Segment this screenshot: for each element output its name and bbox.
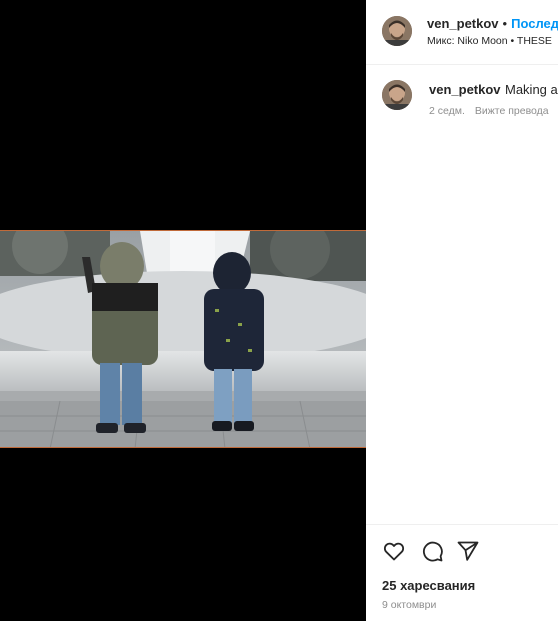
audio-prefix: Микс: <box>427 35 455 47</box>
header-title-line: ven_petkov•Последва <box>427 15 558 33</box>
follow-button[interactable]: Последва <box>511 16 558 31</box>
caption-text: Making a <box>505 82 558 97</box>
audio-track: Niko Moon • THESE <box>457 35 552 47</box>
audio-line[interactable]: Микс: Niko Moon • THESE <box>427 35 552 47</box>
caption-meta: 2 седм. Вижте превода <box>429 105 549 117</box>
send-icon[interactable] <box>456 539 480 563</box>
caption-line: ven_petkov Making a <box>429 81 558 99</box>
avatar[interactable] <box>382 16 412 46</box>
caption-avatar[interactable] <box>382 80 412 110</box>
separator-dot: • <box>502 16 508 31</box>
caption-age[interactable]: 2 седм. <box>429 105 465 117</box>
post-media[interactable] <box>0 0 366 621</box>
post-actions: 25 харесвания 9 октомври <box>366 524 558 621</box>
post-header: ven_petkov•Последва Микс: Niko Moon • TH… <box>366 0 558 65</box>
likes-count[interactable]: 25 харесвания <box>382 578 475 593</box>
post-date: 9 октомври <box>382 599 437 611</box>
caption-username[interactable]: ven_petkov <box>429 82 501 97</box>
comment-icon[interactable] <box>420 539 444 563</box>
post-username[interactable]: ven_petkov <box>427 16 499 31</box>
avatar-image <box>382 16 412 46</box>
see-translation-link[interactable]: Вижте превода <box>475 105 549 117</box>
post-photo <box>0 230 366 448</box>
heart-icon[interactable] <box>382 539 406 563</box>
avatar-image <box>382 80 412 110</box>
post-side-panel: ven_petkov•Последва Микс: Niko Moon • TH… <box>366 0 558 621</box>
photo-image <box>0 231 366 447</box>
